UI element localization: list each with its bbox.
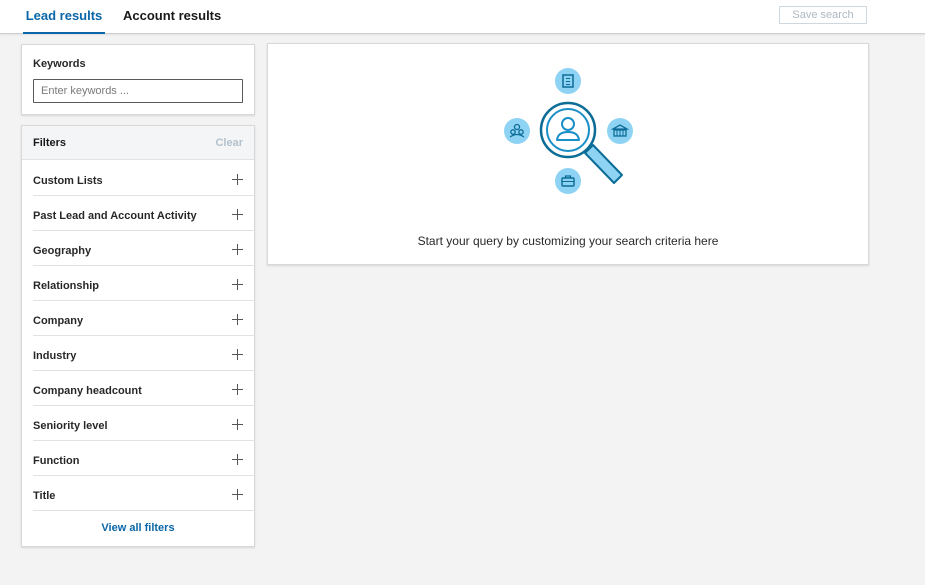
plus-icon[interactable]	[232, 454, 243, 465]
building-icon	[555, 68, 581, 94]
plus-icon[interactable]	[232, 384, 243, 395]
briefcase-icon	[555, 168, 581, 194]
plus-icon[interactable]	[232, 244, 243, 255]
top-tab-bar: Lead results Account results Save search	[0, 0, 925, 34]
plus-icon[interactable]	[232, 279, 243, 290]
plus-icon[interactable]	[232, 349, 243, 360]
plus-icon[interactable]	[232, 209, 243, 220]
plus-icon[interactable]	[232, 314, 243, 325]
clear-filters-button[interactable]: Clear	[215, 137, 243, 149]
filter-company[interactable]: Company	[33, 301, 255, 336]
filter-company-headcount[interactable]: Company headcount	[33, 371, 255, 406]
filter-industry[interactable]: Industry	[33, 336, 255, 371]
keywords-card: Keywords	[21, 44, 255, 115]
filter-label: Past Lead and Account Activity	[33, 210, 197, 222]
filter-title[interactable]: Title	[33, 476, 255, 511]
plus-icon[interactable]	[232, 419, 243, 430]
filters-header: Filters Clear	[22, 126, 254, 160]
bank-icon	[607, 118, 633, 144]
filter-label: Function	[33, 455, 80, 467]
magnifier-icon	[539, 101, 623, 184]
filter-label: Seniority level	[33, 420, 108, 432]
filter-custom-lists[interactable]: Custom Lists	[33, 161, 255, 196]
filter-label: Geography	[33, 245, 92, 257]
group-icon	[504, 118, 530, 144]
filter-relationship[interactable]: Relationship	[33, 266, 255, 301]
plus-icon[interactable]	[232, 489, 243, 500]
tab-lead-results[interactable]: Lead results	[23, 0, 105, 34]
tab-account-results[interactable]: Account results	[123, 0, 221, 34]
keywords-label: Keywords	[33, 58, 86, 70]
filters-panel: Filters Clear Custom Lists Past Lead and…	[21, 125, 255, 547]
filter-label: Company	[33, 315, 84, 327]
filter-function[interactable]: Function	[33, 441, 255, 476]
empty-state-card: Start your query by customizing your sea…	[267, 43, 869, 265]
plus-icon[interactable]	[232, 174, 243, 185]
save-search-button[interactable]: Save search	[779, 6, 867, 24]
view-all-filters-link[interactable]: View all filters	[22, 522, 254, 534]
filter-label: Relationship	[33, 280, 100, 292]
empty-state-message: Start your query by customizing your sea…	[417, 234, 719, 248]
keywords-input[interactable]	[33, 79, 243, 103]
filter-geography[interactable]: Geography	[33, 231, 255, 266]
filter-past-activity[interactable]: Past Lead and Account Activity	[33, 196, 255, 231]
filter-label: Company headcount	[33, 385, 142, 397]
filter-label: Custom Lists	[33, 175, 103, 187]
filter-label: Industry	[33, 350, 77, 362]
filters-title: Filters	[33, 137, 67, 149]
search-illustration	[504, 68, 633, 194]
filter-seniority-level[interactable]: Seniority level	[33, 406, 255, 441]
filter-label: Title	[33, 490, 56, 502]
